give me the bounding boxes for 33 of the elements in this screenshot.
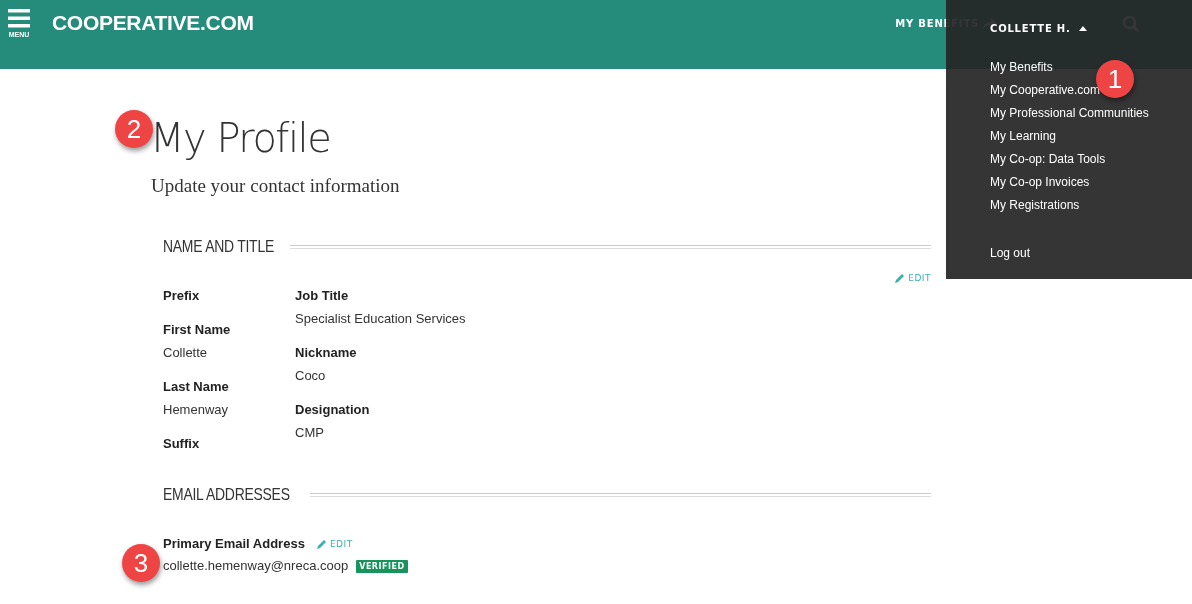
field-label: Nickname: [295, 344, 358, 362]
field-label: First Name: [163, 321, 232, 339]
pencil-icon: [895, 273, 906, 283]
caret-icon: [1078, 26, 1087, 31]
menu-item[interactable]: My Co-op Invoices: [990, 171, 1192, 194]
menu-item[interactable]: My Professional Communities: [990, 102, 1192, 125]
page-subtitle: Update your contact information: [151, 175, 401, 197]
callout-marker: 3: [122, 544, 160, 582]
section-heading: EMAIL ADDRESSES: [163, 485, 290, 505]
menu-item[interactable]: My Registrations: [990, 194, 1192, 217]
menu-item[interactable]: Log out: [990, 242, 1192, 265]
section-heading: NAME AND TITLE: [163, 237, 274, 257]
callout-marker: 2: [115, 110, 153, 148]
site-logo[interactable]: COOPERATIVE.COM: [52, 11, 254, 35]
page-title: My Profile: [150, 115, 332, 161]
menu-item[interactable]: My Learning: [990, 125, 1192, 148]
field-label: Primary Email Address: [163, 535, 305, 553]
verified-badge: VERIFIED: [356, 559, 408, 573]
field-value: Specialist Education Services: [295, 310, 466, 328]
email-address: collette.hemenway@nreca.coop: [163, 557, 349, 575]
field-value: CMP: [295, 424, 325, 442]
field-value: Hemenway: [163, 401, 230, 419]
field-label: Job Title: [295, 287, 350, 305]
field-label: Last Name: [163, 378, 230, 396]
field-label: Prefix: [163, 287, 201, 305]
user-menu-button[interactable]: COLLETTE H.: [990, 23, 1087, 34]
field-label: Designation: [295, 401, 371, 419]
field-value: Coco: [295, 367, 327, 385]
menu-item[interactable]: My Co-op: Data Tools: [990, 148, 1192, 171]
field-value: Collette: [163, 344, 209, 362]
field-label: Suffix: [163, 435, 201, 453]
pencil-icon: [316, 539, 327, 549]
menu-icon: [8, 9, 30, 29]
